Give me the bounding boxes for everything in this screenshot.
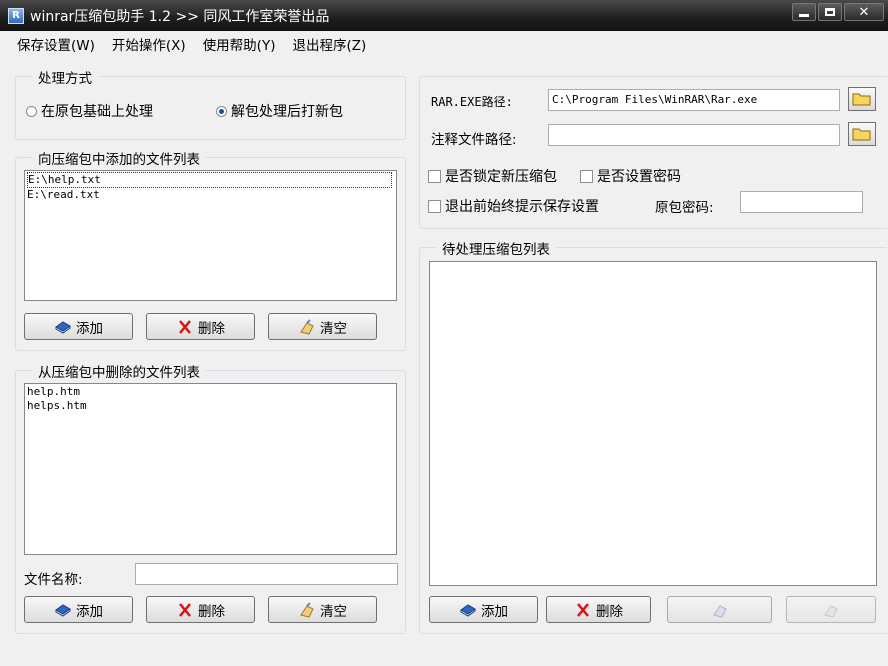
radio-repack[interactable]: 解包处理后打新包 [216, 101, 343, 121]
maximize-icon [825, 8, 835, 16]
comment-path-label: 注释文件路径: [431, 132, 517, 148]
lock-archive-checkbox[interactable]: 是否锁定新压缩包 [428, 166, 557, 186]
lock-archive-label: 是否锁定新压缩包 [445, 169, 557, 185]
delete-x-icon [577, 602, 589, 617]
delete-list-delete-label: 删除 [198, 603, 225, 620]
pending-legend: 待处理压缩包列表 [436, 238, 556, 258]
checkbox-box [580, 169, 593, 183]
radio-in-place-label: 在原包基础上处理 [41, 104, 153, 120]
pending-button-3[interactable] [667, 596, 772, 623]
list-item[interactable]: help.htm [27, 385, 394, 399]
broom-icon [824, 604, 838, 618]
folder-icon [852, 93, 871, 106]
filename-input[interactable] [135, 563, 398, 585]
minimize-button[interactable] [792, 3, 816, 21]
comment-path-input[interactable] [548, 124, 840, 146]
set-password-label: 是否设置密码 [597, 169, 681, 185]
minimize-icon [799, 13, 809, 17]
pending-add-button[interactable]: 添加 [429, 596, 538, 623]
add-list-clear-button[interactable]: 清空 [268, 313, 377, 340]
list-item[interactable]: E:\help.txt [27, 172, 392, 188]
delete-list-clear-button[interactable]: 清空 [268, 596, 377, 623]
delete-list-clear-label: 清空 [320, 603, 347, 620]
window-title: winrar压缩包助手 1.2 >> 同风工作室荣誉出品 [30, 8, 330, 25]
checkbox-box [428, 169, 441, 183]
radio-repack-label: 解包处理后打新包 [231, 104, 343, 120]
add-list-delete-label: 删除 [198, 320, 225, 337]
list-item[interactable]: helps.htm [27, 399, 394, 413]
book-icon [460, 603, 476, 617]
list-item[interactable]: E:\read.txt [27, 188, 394, 202]
book-icon [55, 603, 71, 617]
add-file-list[interactable]: E:\help.txt E:\read.txt [24, 170, 397, 301]
rar-path-input[interactable]: C:\Program Files\WinRAR\Rar.exe [548, 89, 840, 111]
window-controls: ✕ [792, 3, 884, 21]
set-password-checkbox[interactable]: 是否设置密码 [580, 166, 681, 186]
folder-icon [852, 128, 871, 141]
add-list-add-label: 添加 [76, 320, 103, 337]
comment-path-browse-button[interactable] [848, 122, 876, 146]
delete-list-legend: 从压缩包中删除的文件列表 [32, 361, 206, 381]
rar-path-label: RAR.EXE路径: [431, 95, 513, 109]
broom-icon [712, 604, 727, 618]
menu-start-operation[interactable]: 开始操作(X) [112, 34, 186, 54]
book-icon [55, 320, 71, 334]
original-password-label: 原包密码: [655, 200, 714, 216]
title-bar: R winrar压缩包助手 1.2 >> 同风工作室荣誉出品 ✕ [0, 0, 888, 31]
rar-app-icon: R [8, 7, 24, 24]
checkbox-box [428, 199, 441, 213]
filename-label: 文件名称: [24, 572, 83, 588]
broom-icon [300, 601, 314, 618]
prompt-save-label: 退出前始终提示保存设置 [445, 199, 599, 215]
menu-save-settings[interactable]: 保存设置(W) [17, 34, 95, 54]
menu-help[interactable]: 使用帮助(Y) [203, 34, 276, 54]
mode-legend: 处理方式 [32, 67, 98, 87]
add-list-clear-label: 清空 [320, 320, 347, 337]
delete-x-icon [179, 602, 191, 617]
pending-button-4[interactable] [786, 596, 876, 623]
delete-list-add-button[interactable]: 添加 [24, 596, 133, 623]
menu-bar: 保存设置(W) 开始操作(X) 使用帮助(Y) 退出程序(Z) [0, 31, 888, 57]
pending-delete-button[interactable]: 删除 [546, 596, 651, 623]
prompt-save-checkbox[interactable]: 退出前始终提示保存设置 [428, 196, 599, 216]
pending-delete-label: 删除 [596, 603, 623, 620]
delete-x-icon [179, 319, 191, 334]
radio-dot-selected [216, 105, 227, 117]
menu-exit[interactable]: 退出程序(Z) [292, 34, 366, 54]
pending-add-label: 添加 [481, 603, 508, 620]
delete-list-add-label: 添加 [76, 603, 103, 620]
radio-in-place[interactable]: 在原包基础上处理 [26, 101, 153, 121]
add-list-delete-button[interactable]: 删除 [146, 313, 255, 340]
radio-dot [26, 105, 37, 117]
maximize-button[interactable] [818, 3, 842, 21]
rar-path-browse-button[interactable] [848, 87, 876, 111]
delete-list-delete-button[interactable]: 删除 [146, 596, 255, 623]
add-list-legend: 向压缩包中添加的文件列表 [32, 148, 206, 168]
close-button[interactable]: ✕ [844, 3, 884, 21]
add-list-add-button[interactable]: 添加 [24, 313, 133, 340]
close-icon: ✕ [858, 4, 870, 20]
original-password-input[interactable] [740, 191, 863, 213]
delete-file-list[interactable]: help.htm helps.htm [24, 383, 397, 555]
broom-icon [300, 318, 314, 335]
pending-archive-list[interactable] [429, 261, 877, 586]
